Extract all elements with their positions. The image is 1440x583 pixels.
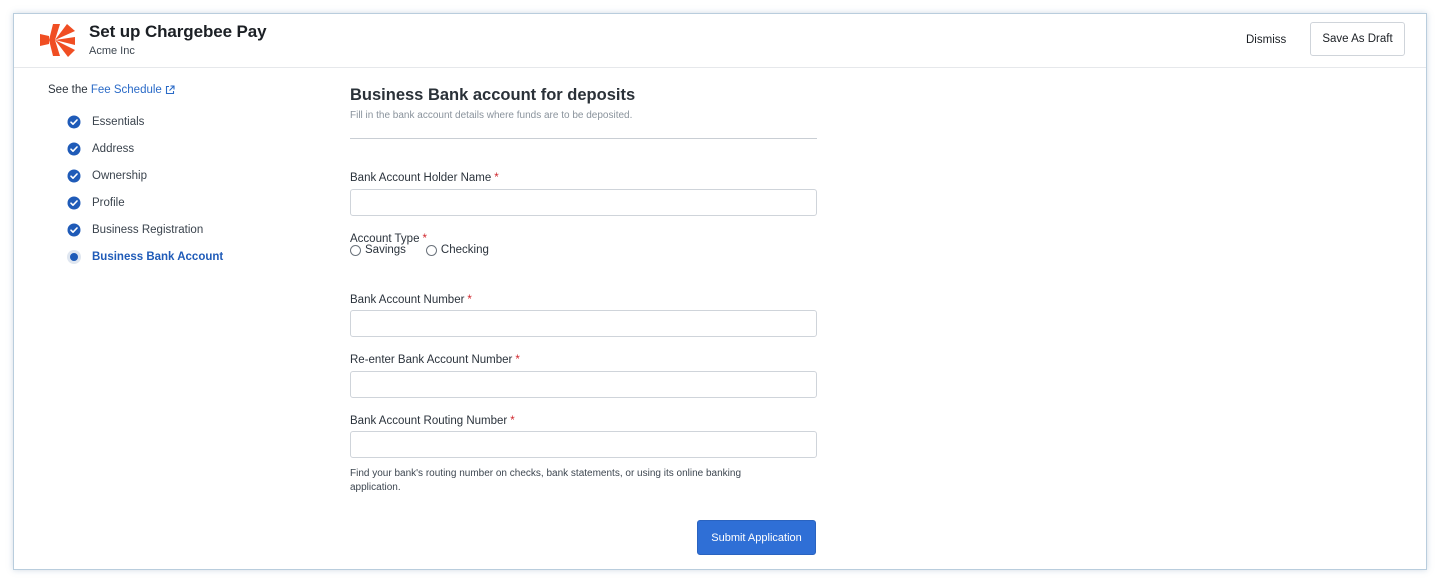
reenter-number-label: Re-enter Bank Account Number *: [350, 354, 520, 366]
step-label: Essentials: [92, 115, 145, 128]
radio-circle-icon: [350, 244, 361, 256]
app-window: Set up Chargebee Pay Acme Inc Dismiss Sa…: [13, 13, 1427, 570]
holder-name-input[interactable]: [350, 189, 817, 216]
radio-circle-icon: [425, 244, 437, 256]
page-title: Set up Chargebee Pay: [89, 22, 267, 41]
check-circle-icon: [67, 223, 81, 236]
fee-schedule-link-label: Fee Schedule: [90, 84, 162, 96]
required-marker: *: [510, 415, 515, 427]
required-marker: *: [494, 172, 499, 184]
step-essentials[interactable]: Essentials: [67, 108, 223, 135]
step-label: Address: [92, 142, 135, 155]
fee-schedule-link[interactable]: Fee Schedule: [91, 84, 175, 96]
form-fields: Bank Account Holder Name * Account Type * …: [350, 86, 817, 566]
step-label: Ownership: [92, 169, 147, 182]
routing-number-label: Bank Account Routing Number *: [350, 415, 515, 427]
fee-schedule-line: See the Fee Schedule: [48, 84, 175, 96]
account-number-input[interactable]: [350, 310, 817, 337]
fee-schedule-prefix: See the: [48, 84, 88, 96]
company-name: Acme Inc: [89, 45, 135, 57]
check-circle-icon: [67, 196, 81, 209]
page-header: Set up Chargebee Pay Acme Inc Dismiss Sa…: [14, 14, 1426, 68]
routing-number-input[interactable]: [350, 431, 817, 458]
step-ownership[interactable]: Ownership: [67, 162, 223, 189]
current-step-dot-icon: [67, 249, 81, 264]
dismiss-button[interactable]: Dismiss: [1242, 29, 1290, 51]
required-marker: *: [467, 294, 472, 306]
bank-account-form: Business Bank account for deposits Fill …: [350, 86, 817, 555]
required-marker: *: [515, 354, 520, 366]
step-profile[interactable]: Profile: [67, 189, 223, 216]
radio-checking-label: Checking: [440, 244, 489, 256]
step-label: Business Bank Account: [92, 250, 224, 263]
reenter-number-input[interactable]: [350, 371, 817, 398]
steps-list: Essentials Address Ownership Profile Bus…: [67, 108, 223, 270]
submit-application-button[interactable]: Submit Application: [697, 520, 816, 555]
check-circle-icon: [67, 115, 81, 128]
save-as-draft-button[interactable]: Save As Draft: [1310, 22, 1405, 56]
check-circle-icon: [67, 169, 81, 182]
step-label: Profile: [92, 196, 125, 209]
step-business-registration[interactable]: Business Registration: [67, 216, 223, 243]
radio-savings-label: Savings: [365, 244, 406, 256]
step-label: Business Registration: [92, 223, 204, 236]
routing-help-text: Find your bank's routing number on check…: [350, 468, 742, 493]
radio-checking[interactable]: Checking: [425, 244, 489, 256]
account-type-radio-group: Savings Checking: [350, 244, 509, 256]
account-number-label: Bank Account Number *: [350, 294, 472, 306]
step-address[interactable]: Address: [67, 135, 223, 162]
external-link-icon: [165, 85, 175, 95]
check-circle-icon: [67, 142, 81, 155]
step-business-bank-account[interactable]: Business Bank Account: [67, 243, 223, 270]
chargebee-logo: [40, 24, 75, 57]
holder-name-label: Bank Account Holder Name *: [350, 172, 499, 184]
radio-savings[interactable]: Savings: [350, 244, 406, 256]
